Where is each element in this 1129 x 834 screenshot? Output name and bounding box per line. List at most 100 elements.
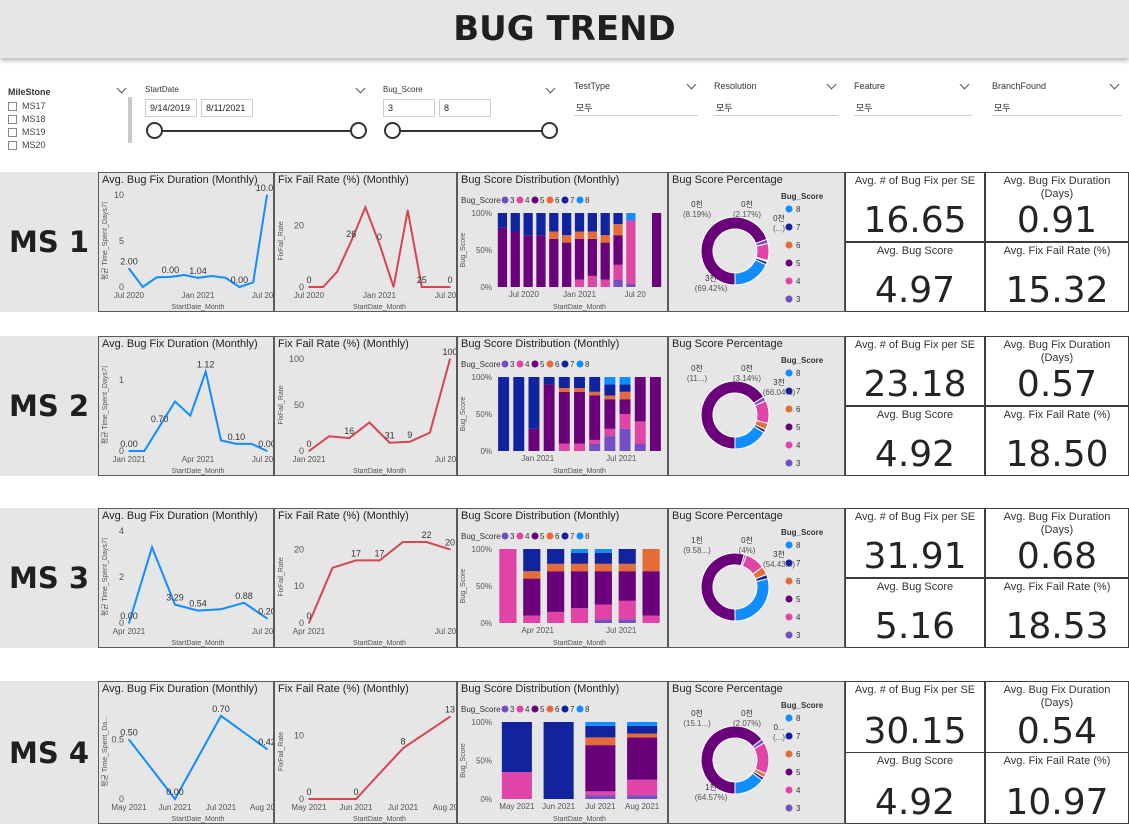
- legend-title: Bug_Score: [781, 356, 824, 365]
- fix-per-se-kpi-card[interactable]: Avg. # of Bug Fix per SE 16.65: [845, 172, 985, 242]
- stacked-bar-segment: [536, 213, 546, 236]
- bugscore-from-input[interactable]: 3: [383, 99, 435, 117]
- stacked-bar-segment: [570, 549, 589, 553]
- legend-label: 7: [796, 559, 801, 568]
- duration-chart-panel[interactable]: Avg. Bug Fix Duration (Monthly) 0 0.5 May 2…: [98, 681, 274, 824]
- legend-label: 3: [796, 804, 801, 813]
- fix-duration-kpi-card[interactable]: Avg. Bug Fix Duration (Days) 0.91: [985, 172, 1129, 242]
- legend-label: 7: [570, 705, 575, 714]
- milestone-option-ms19[interactable]: MS19: [8, 127, 46, 137]
- milestone-chevron-icon[interactable]: [116, 83, 127, 94]
- bug-score-kpi-card[interactable]: Avg. Bug Score 4.92: [845, 752, 985, 824]
- failrate-chart-panel[interactable]: Fix Fail Rate (%) (Monthly) 0 50 100 Jan 202…: [274, 336, 457, 476]
- kpi-title: Avg. Bug Score: [876, 755, 954, 767]
- stacked-bar-segment: [523, 615, 541, 623]
- dist-chart-panel[interactable]: Bug Score Distribution (Monthly) Bug_Scor…: [457, 336, 668, 476]
- feature-chevron-icon[interactable]: [959, 79, 970, 90]
- kpi-title: Avg. # of Bug Fix per SE: [854, 339, 976, 351]
- checkbox-icon[interactable]: [8, 127, 17, 137]
- branchfound-chevron-icon[interactable]: [1109, 79, 1120, 90]
- stacked-bar-segment: [574, 377, 585, 389]
- fix-duration-kpi-card[interactable]: Avg. Bug Fix Duration (Days) 0.57: [985, 336, 1129, 406]
- bug-score-kpi-card[interactable]: Avg. Bug Score 4.92: [845, 406, 985, 476]
- milestone-name: MS 2: [8, 389, 90, 423]
- failrate-chart-panel[interactable]: Fix Fail Rate (%) (Monthly) 0 10 May 2021 Ju…: [274, 681, 457, 824]
- failrate-chart-panel[interactable]: Fix Fail Rate (%) (Monthly) 0 10 20 Apr 2021…: [274, 508, 457, 648]
- fix-per-se-kpi-card[interactable]: Avg. # of Bug Fix per SE 31.91: [845, 508, 985, 578]
- startdate-slider-track[interactable]: [155, 130, 359, 132]
- fix-duration-kpi-card[interactable]: Avg. Bug Fix Duration (Days) 0.68: [985, 508, 1129, 578]
- bugscore-slider-track[interactable]: [393, 130, 550, 132]
- startdate-from-input[interactable]: 9/14/2019: [145, 99, 197, 117]
- startdate-slider-end-handle[interactable]: [350, 122, 367, 139]
- resolution-dropdown[interactable]: 모두: [714, 98, 838, 116]
- scroll-handle[interactable]: [128, 97, 132, 143]
- bugscore-slider-end-handle[interactable]: [541, 122, 558, 139]
- legend-marker-icon: [531, 360, 539, 368]
- fail-rate-kpi-card[interactable]: Avg. Fix Fail Rate (%) 18.53: [985, 578, 1129, 648]
- failrate-chart-panel[interactable]: Fix Fail Rate (%) (Monthly) 0 20 Jul 2020 Ja…: [274, 172, 457, 312]
- stacked-bar-segment: [562, 242, 572, 287]
- y-tick-label: 20: [294, 544, 304, 554]
- duration-chart-panel[interactable]: Avg. Bug Fix Duration (Monthly) 0 5 10 Jul 2…: [98, 172, 274, 312]
- resolution-chevron-icon[interactable]: [826, 79, 837, 90]
- testtype-chevron-icon[interactable]: [686, 79, 697, 90]
- startdate-to-input[interactable]: 8/11/2021: [201, 99, 253, 117]
- bug-score-kpi-card[interactable]: Avg. Bug Score 4.97: [845, 242, 985, 312]
- bugscore-slider-start-handle[interactable]: [384, 122, 401, 139]
- stacked-bar-segment: [523, 549, 541, 572]
- legend-marker-icon: [561, 532, 569, 540]
- testtype-dropdown[interactable]: 모두: [574, 98, 698, 116]
- data-label: 31: [385, 431, 395, 441]
- x-axis-title: StartDate_Month: [353, 640, 406, 647]
- data-point: [348, 437, 351, 439]
- startdate-chevron-icon[interactable]: [355, 83, 366, 94]
- fix-per-se-kpi-card[interactable]: Avg. # of Bug Fix per SE 30.15: [845, 681, 985, 753]
- pct-chart-panel[interactable]: Bug Score Percentage 1천 (9.58...) 0천 (4%) 3천(…: [668, 508, 845, 648]
- bugscore-to-input[interactable]: 8: [439, 99, 491, 117]
- feature-dropdown[interactable]: 모두: [854, 98, 972, 116]
- legend-label: 3: [510, 196, 515, 205]
- checkbox-icon[interactable]: [8, 101, 17, 111]
- checkbox-icon[interactable]: [8, 114, 17, 124]
- fail-rate-kpi-card[interactable]: Avg. Fix Fail Rate (%) 15.32: [985, 242, 1129, 312]
- pct-chart-panel[interactable]: Bug Score Percentage 0천 (11...) 0천 (3.14%) 3천…: [668, 336, 845, 476]
- data-point: [128, 622, 130, 624]
- data-label: 0.00: [231, 275, 249, 285]
- legend-label: 4: [796, 441, 801, 450]
- milestone-option-ms20[interactable]: MS20: [8, 140, 46, 150]
- fix-duration-kpi-card[interactable]: Avg. Bug Fix Duration (Days) 0.54: [985, 681, 1129, 753]
- stacked-bar-segment: [570, 608, 589, 623]
- stacked-bar-segment: [589, 439, 601, 444]
- duration-chart-panel[interactable]: Avg. Bug Fix Duration (Monthly) 0 1 Jan 202…: [98, 336, 274, 476]
- data-label: 0.00: [258, 439, 274, 449]
- legend-title: Bug_Score: [781, 192, 824, 201]
- branchfound-dropdown[interactable]: 모두: [992, 98, 1122, 116]
- dist-chart-panel[interactable]: Bug Score Distribution (Monthly) Bug_Scor…: [457, 681, 668, 824]
- resolution-slicer-title: Resolution: [714, 81, 757, 91]
- fix-per-se-kpi-card[interactable]: Avg. # of Bug Fix per SE 23.18: [845, 336, 985, 406]
- data-label: 1.12: [197, 360, 215, 370]
- pct-chart: 0천(15.1...)0천(2.07%) 0...(...)1천(64.57%)B…: [683, 701, 824, 813]
- fail-rate-kpi-card[interactable]: Avg. Fix Fail Rate (%) 10.97: [985, 752, 1129, 824]
- stacked-bar-segment: [570, 552, 589, 564]
- legend-marker-icon: [785, 541, 793, 549]
- duration-chart-panel[interactable]: Avg. Bug Fix Duration (Monthly) 0 2 4 Apr 20…: [98, 508, 274, 648]
- fail-rate-kpi-card[interactable]: Avg. Fix Fail Rate (%) 18.50: [985, 406, 1129, 476]
- checkbox-icon[interactable]: [8, 140, 17, 150]
- donut-percent-label: (64.57%): [695, 793, 728, 802]
- bugscore-chevron-icon[interactable]: [545, 83, 556, 94]
- dist-chart-panel[interactable]: Bug Score Distribution (Monthly) Bug_Scor…: [457, 508, 668, 648]
- data-point: [243, 601, 245, 604]
- legend-label: 4: [525, 360, 530, 369]
- bug-score-kpi-card[interactable]: Avg. Bug Score 5.16: [845, 578, 985, 648]
- data-point: [189, 414, 192, 417]
- milestone-option-ms18[interactable]: MS18: [8, 114, 46, 124]
- dist-chart: Bug_Score 3 4 5 6 7 8 0% 50% 100% Bug_Score Jan 202…: [460, 360, 661, 475]
- dist-chart-panel[interactable]: Bug Score Distribution (Monthly) Bug_Scor…: [457, 172, 668, 312]
- donut-label: 0천: [741, 199, 753, 209]
- pct-chart-panel[interactable]: Bug Score Percentage 0천 (8.19%) 0천 (2.17%) 0천…: [668, 172, 845, 312]
- milestone-option-ms17[interactable]: MS17: [8, 101, 46, 111]
- startdate-slider-start-handle[interactable]: [146, 122, 163, 139]
- pct-chart-panel[interactable]: Bug Score Percentage 0천 (15.1...) 0천 (2.07%)…: [668, 681, 845, 824]
